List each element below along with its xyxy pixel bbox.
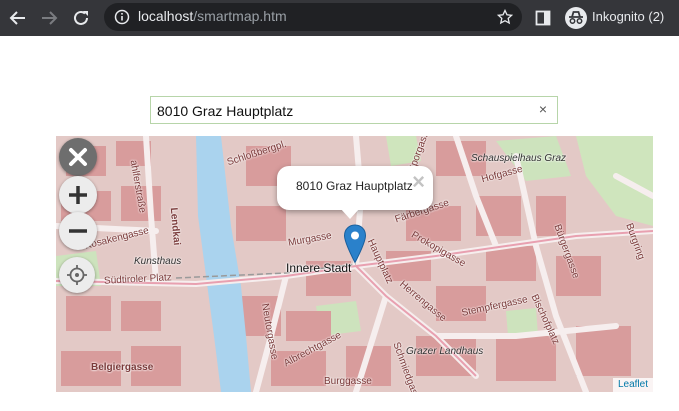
- url-host: localhost: [138, 8, 194, 24]
- address-search-box: ×: [150, 96, 558, 124]
- minus-icon: [69, 229, 87, 233]
- map-view[interactable]: Schloßbergpl. ahlferstraße Lendkai Kosak…: [56, 136, 653, 392]
- address-bar[interactable]: localhost/smartmap.htm: [104, 3, 522, 31]
- url-text[interactable]: localhost/smartmap.htm: [138, 8, 287, 24]
- popup-text: 8010 Graz Hauptplatz: [296, 179, 413, 193]
- street-label: Burggasse: [324, 376, 372, 387]
- url-path: /smartmap.htm: [193, 8, 287, 24]
- address-search-input[interactable]: [157, 100, 527, 122]
- leaflet-attribution-link[interactable]: Leaflet: [612, 378, 653, 392]
- zoom-out-button[interactable]: [59, 212, 97, 250]
- browser-toolbar: localhost/smartmap.htm Inkognito (2): [0, 0, 679, 36]
- street-label: Schauspielhaus Graz: [471, 153, 567, 164]
- reload-icon[interactable]: [70, 7, 92, 29]
- zoom-in-button[interactable]: [59, 176, 97, 214]
- close-icon: [69, 148, 87, 166]
- crosshair-icon: [67, 265, 87, 285]
- map-popup: 8010 Graz Hauptplatz ×: [277, 166, 433, 210]
- street-label: Grazer Landhaus: [406, 346, 484, 357]
- popup-tip: [340, 208, 360, 219]
- search-clear-button[interactable]: ×: [535, 101, 551, 119]
- site-info-icon[interactable]: [114, 9, 130, 29]
- back-arrow-icon[interactable]: [7, 7, 29, 29]
- plus-icon: [69, 186, 87, 204]
- location-pin-icon[interactable]: [343, 224, 367, 264]
- map-close-button[interactable]: [59, 138, 97, 176]
- street-label: Kunsthaus: [134, 256, 182, 267]
- profile-label[interactable]: Inkognito (2): [592, 9, 664, 24]
- side-panel-icon[interactable]: [535, 10, 551, 30]
- bookmark-star-icon[interactable]: [496, 8, 514, 29]
- district-label: Innere Stadt: [286, 261, 352, 275]
- incognito-icon[interactable]: [564, 6, 588, 34]
- street-label: Belgiergasse: [91, 362, 154, 373]
- popup-close-button[interactable]: ×: [412, 171, 425, 193]
- forward-arrow-icon[interactable]: [38, 7, 60, 29]
- locate-me-button[interactable]: [59, 257, 95, 293]
